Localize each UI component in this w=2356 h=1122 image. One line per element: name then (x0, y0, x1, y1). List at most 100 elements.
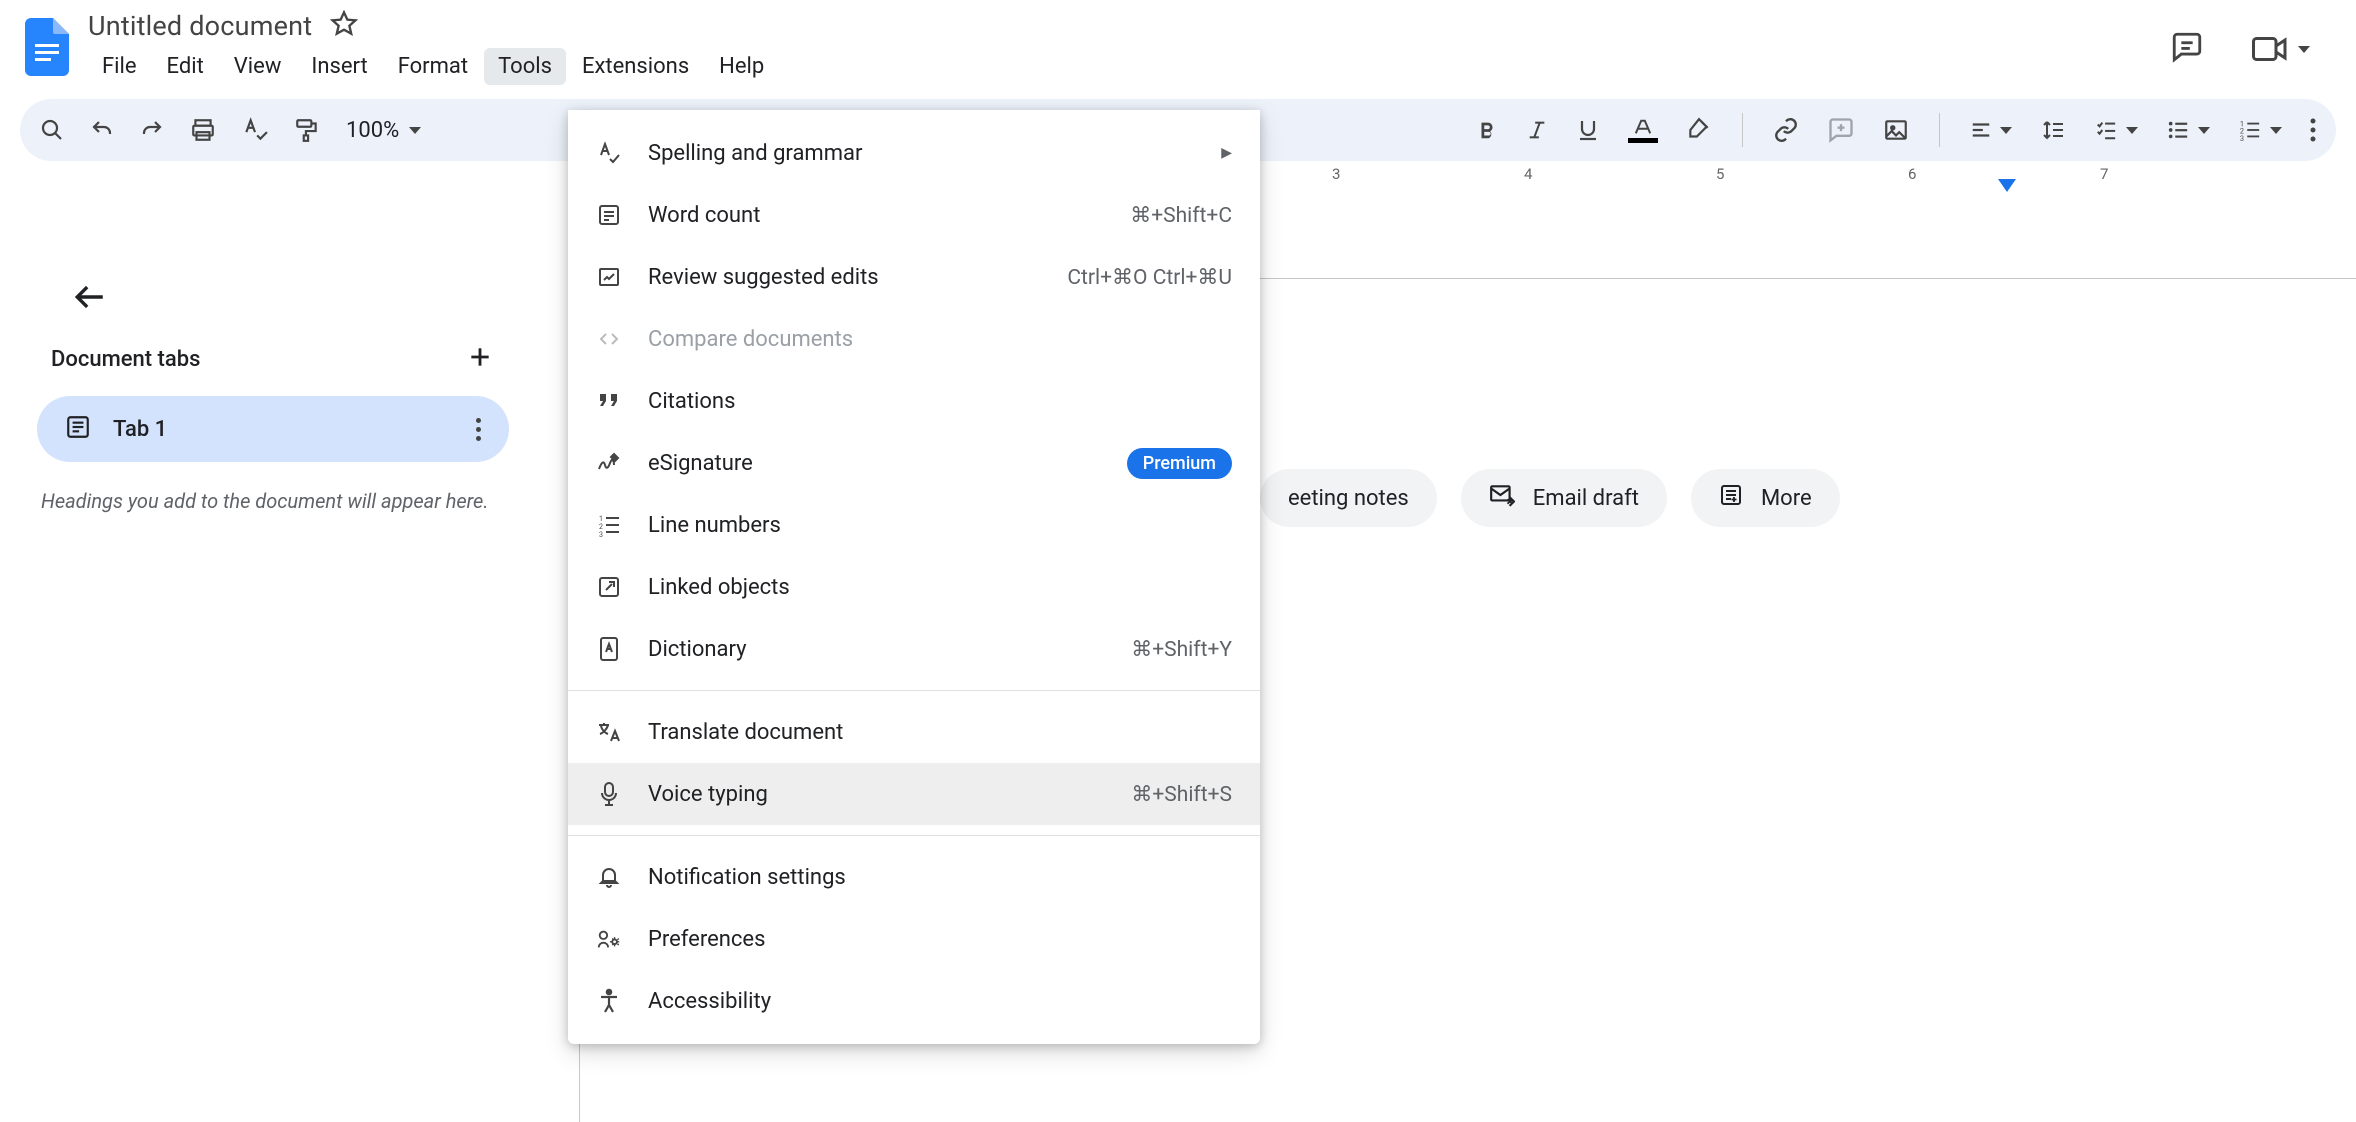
image-icon[interactable] (1883, 117, 1909, 143)
menu-edit[interactable]: Edit (153, 48, 218, 85)
chip-label: More (1761, 486, 1812, 511)
italic-icon[interactable] (1526, 117, 1548, 143)
menu-word-count[interactable]: Word count ⌘+Shift+C (568, 184, 1260, 246)
chip-label: eeting notes (1288, 486, 1409, 511)
svg-text:3: 3 (599, 531, 603, 537)
menu-compare-documents: Compare documents (568, 308, 1260, 370)
ruler-number: 4 (1524, 165, 1532, 183)
menu-separator (568, 690, 1260, 691)
menu-line-numbers[interactable]: 123 Line numbers (568, 494, 1260, 556)
preferences-icon (596, 927, 622, 951)
print-icon[interactable] (190, 117, 216, 143)
shortcut: ⌘+Shift+Y (1131, 637, 1232, 662)
menu-label: Word count (648, 203, 760, 228)
menu-linked-objects[interactable]: Linked objects (568, 556, 1260, 618)
translate-icon (596, 720, 622, 744)
align-icon[interactable] (1970, 119, 2012, 141)
accessibility-icon (596, 988, 622, 1014)
sidebar-title: Document tabs (51, 347, 200, 372)
docs-logo[interactable] (20, 10, 74, 84)
ruler-number: 7 (2100, 165, 2108, 183)
chevron-down-icon (2126, 127, 2138, 134)
menu-notification-settings[interactable]: Notification settings (568, 846, 1260, 908)
spelling-icon (596, 141, 622, 165)
zoom-select[interactable]: 100% (346, 118, 421, 143)
chip-more[interactable]: More (1691, 469, 1840, 527)
chip-email-draft[interactable]: Email draft (1461, 469, 1667, 527)
line-spacing-icon[interactable] (2040, 118, 2066, 142)
more-tools-icon[interactable] (2310, 118, 2316, 142)
sidebar-tab-1[interactable]: Tab 1 (37, 396, 509, 462)
menu-citations[interactable]: Citations (568, 370, 1260, 432)
menu-format[interactable]: Format (384, 48, 482, 85)
bullet-list-icon[interactable] (2166, 119, 2210, 141)
menu-spelling-grammar[interactable]: Spelling and grammar ▶ (568, 122, 1260, 184)
shortcut: Ctrl+⌘O Ctrl+⌘U (1067, 265, 1232, 290)
bell-icon (596, 864, 622, 890)
menu-voice-typing[interactable]: Voice typing ⌘+Shift+S (568, 763, 1260, 825)
star-icon[interactable] (330, 10, 358, 42)
review-icon (596, 265, 622, 289)
toolbar-separator (1939, 113, 1940, 147)
menu-label: Accessibility (648, 989, 771, 1014)
chevron-down-icon (2270, 127, 2282, 134)
menu-label: Compare documents (648, 327, 853, 352)
add-tab-icon[interactable] (467, 344, 493, 374)
spellcheck-icon[interactable] (242, 117, 268, 143)
toolbar-separator (1742, 113, 1743, 147)
menu-label: Spelling and grammar (648, 141, 862, 166)
menu-esignature[interactable]: eSignature Premium (568, 432, 1260, 494)
menu-label: Dictionary (648, 637, 747, 662)
menu-extensions[interactable]: Extensions (568, 48, 703, 85)
esignature-icon (596, 451, 622, 475)
text-color-icon[interactable] (1628, 118, 1658, 143)
chip-label: Email draft (1533, 486, 1639, 511)
ruler-marker-icon[interactable] (1998, 179, 2016, 192)
underline-icon[interactable] (1576, 117, 1600, 143)
ruler-number: 6 (1908, 165, 1916, 183)
svg-text:2: 2 (599, 523, 603, 531)
back-icon[interactable] (27, 274, 519, 344)
paint-format-icon[interactable] (294, 117, 320, 143)
menu-insert[interactable]: Insert (297, 48, 381, 85)
email-icon (1489, 483, 1515, 513)
mic-icon (596, 781, 622, 807)
menu-label: Translate document (648, 720, 843, 745)
compare-icon (596, 327, 622, 351)
menu-file[interactable]: File (88, 48, 151, 85)
chevron-down-icon (409, 127, 421, 134)
shortcut: ⌘+Shift+C (1130, 203, 1232, 228)
link-icon[interactable] (1773, 117, 1799, 143)
menu-translate[interactable]: Translate document (568, 701, 1260, 763)
redo-icon[interactable] (140, 118, 164, 142)
numbered-list-icon[interactable]: 123 (2238, 119, 2282, 141)
undo-icon[interactable] (90, 118, 114, 142)
title-and-menus: Untitled document File Edit View Insert … (88, 10, 778, 85)
menu-accessibility[interactable]: Accessibility (568, 970, 1260, 1032)
menu-help[interactable]: Help (705, 48, 778, 85)
chevron-down-icon (2000, 127, 2012, 134)
bold-icon[interactable] (1476, 119, 1498, 141)
chip-meeting-notes[interactable]: eeting notes (1260, 469, 1437, 527)
wordcount-icon (596, 203, 622, 227)
citations-icon (596, 391, 622, 411)
comments-icon[interactable] (2170, 30, 2204, 68)
menu-review-edits[interactable]: Review suggested edits Ctrl+⌘O Ctrl+⌘U (568, 246, 1260, 308)
meet-icon[interactable] (2252, 34, 2310, 64)
menu-label: Citations (648, 389, 735, 414)
menu-label: Notification settings (648, 865, 846, 890)
menu-preferences[interactable]: Preferences (568, 908, 1260, 970)
chevron-down-icon (2198, 127, 2210, 134)
checklist-icon[interactable] (2094, 119, 2138, 141)
document-title[interactable]: Untitled document (88, 10, 312, 42)
tab-more-icon[interactable] (476, 418, 481, 441)
highlight-icon[interactable] (1686, 117, 1712, 143)
add-comment-icon[interactable] (1827, 116, 1855, 144)
menu-tools[interactable]: Tools (484, 48, 566, 85)
submenu-arrow-icon: ▶ (1221, 145, 1232, 161)
premium-badge: Premium (1127, 448, 1232, 479)
menu-dictionary[interactable]: Dictionary ⌘+Shift+Y (568, 618, 1260, 680)
search-icon[interactable] (40, 118, 64, 142)
menu-label: Line numbers (648, 513, 781, 538)
menu-view[interactable]: View (220, 48, 296, 85)
